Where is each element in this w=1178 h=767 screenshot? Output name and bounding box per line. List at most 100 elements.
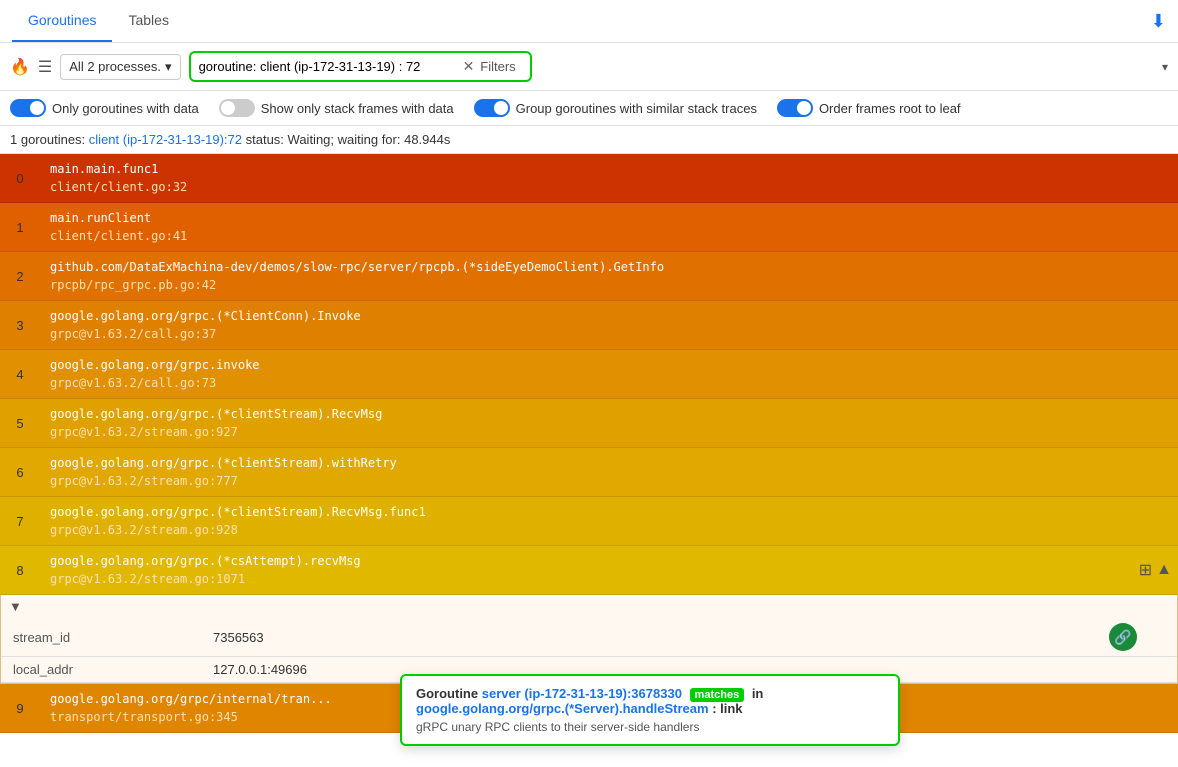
- toggle-stack-frames-switch[interactable]: [219, 99, 255, 117]
- tooltip-title: Goroutine server (ip-172-31-13-19):36783…: [416, 686, 884, 716]
- func-name-0: main.main.func1: [50, 160, 1168, 178]
- goroutine-link-icon[interactable]: 🔗: [1109, 623, 1137, 651]
- toggle-thumb-3: [494, 101, 508, 115]
- func-name-3: google.golang.org/grpc.(*ClientConn).Inv…: [50, 307, 1168, 325]
- tooltip-suffix: : link: [712, 701, 742, 716]
- toggle-stack-frames-label: Show only stack frames with data: [261, 101, 454, 116]
- goroutine-tooltip: Goroutine server (ip-172-31-13-19):36783…: [400, 674, 900, 746]
- tab-tables[interactable]: Tables: [112, 0, 184, 42]
- matches-badge: matches: [690, 688, 745, 702]
- tooltip-google-text: in: [752, 686, 764, 701]
- row-content-4: google.golang.org/grpc.invoke grpc@v1.63…: [40, 350, 1178, 398]
- file-path-6: grpc@v1.63.2/stream.go:777: [50, 472, 1168, 490]
- field-key-stream-id: stream_id: [1, 618, 201, 657]
- tab-goroutines[interactable]: Goroutines: [12, 0, 112, 42]
- func-name-6: google.golang.org/grpc.(*clientStream).w…: [50, 454, 1168, 472]
- toolbar: 🔥 ☰ All 2 processes. ▾ ✕ Filters ▾: [0, 43, 1178, 91]
- toggle-thumb-2: [221, 101, 235, 115]
- file-path-4: grpc@v1.63.2/call.go:73: [50, 374, 1168, 392]
- process-select-label: All 2 processes.: [69, 59, 161, 74]
- goroutine-status: status: Waiting; waiting for: 48.944s: [246, 132, 451, 147]
- file-path-3: grpc@v1.63.2/call.go:37: [50, 325, 1168, 343]
- row-num-6: 6: [0, 448, 40, 496]
- goroutine-count: 1 goroutines:: [10, 132, 85, 147]
- toggle-group-label: Group goroutines with similar stack trac…: [516, 101, 757, 116]
- row-num-5: 5: [0, 399, 40, 447]
- row-num-7: 7: [0, 497, 40, 545]
- file-path-7: grpc@v1.63.2/stream.go:928: [50, 521, 1168, 539]
- toggle-group-switch[interactable]: [474, 99, 510, 117]
- clear-search-button[interactable]: ✕: [463, 58, 475, 75]
- tooltip-desc: gRPC unary RPC clients to their server-s…: [416, 720, 884, 734]
- row-num-8: 8: [0, 546, 40, 594]
- stack-row-expanded-wrapper: 8 google.golang.org/grpc.(*csAttempt).re…: [0, 546, 1178, 684]
- func-name-8: google.golang.org/grpc.(*csAttempt).recv…: [50, 552, 1129, 570]
- row-content-7: google.golang.org/grpc.(*clientStream).R…: [40, 497, 1178, 545]
- stack-row: 1 main.runClient client/client.go:41: [0, 203, 1178, 252]
- toggle-order-label: Order frames root to leaf: [819, 101, 961, 116]
- row-num-9: 9: [0, 684, 40, 732]
- row-num-3: 3: [0, 301, 40, 349]
- toggle-only-goroutines-switch[interactable]: [10, 99, 46, 117]
- download-icon[interactable]: ⬇: [1151, 11, 1166, 31]
- field-value-stream-id: 7356563: [201, 618, 783, 657]
- func-name-1: main.runClient: [50, 209, 1168, 227]
- stack-row: 0 main.main.func1 client/client.go:32: [0, 154, 1178, 203]
- row-content-3: google.golang.org/grpc.(*ClientConn).Inv…: [40, 301, 1178, 349]
- row-8-icons: ⊞ ▲: [1139, 546, 1178, 594]
- toggle-only-goroutines: Only goroutines with data: [10, 99, 199, 117]
- file-path-5: grpc@v1.63.2/stream.go:927: [50, 423, 1168, 441]
- goroutine-link[interactable]: client (ip-172-31-13-19):72: [89, 132, 242, 147]
- row-content-2: github.com/DataExMachina-dev/demos/slow-…: [40, 252, 1178, 300]
- tooltip-server-link[interactable]: server (ip-172-31-13-19):3678330: [482, 686, 682, 701]
- row-num-0: 0: [0, 154, 40, 202]
- stack-row-8: 8 google.golang.org/grpc.(*csAttempt).re…: [0, 546, 1178, 595]
- row-content-6: google.golang.org/grpc.(*clientStream).w…: [40, 448, 1178, 496]
- filters-button[interactable]: Filters: [474, 57, 521, 76]
- stack-table: 0 main.main.func1 client/client.go:32 1 …: [0, 154, 1178, 733]
- expand-arrow-icon: ▼: [9, 599, 22, 614]
- toggle-only-goroutines-label: Only goroutines with data: [52, 101, 199, 116]
- chevron-down-icon[interactable]: ▾: [1162, 60, 1168, 74]
- flame-icon[interactable]: 🔥: [10, 57, 30, 77]
- row-num-1: 1: [0, 203, 40, 251]
- stack-row: 2 github.com/DataExMachina-dev/demos/slo…: [0, 252, 1178, 301]
- row-num-4: 4: [0, 350, 40, 398]
- row-num-2: 2: [0, 252, 40, 300]
- toggle-order-switch[interactable]: [777, 99, 813, 117]
- panel-header: ▼: [1, 595, 1177, 618]
- file-path-0: client/client.go:32: [50, 178, 1168, 196]
- info-row: 1 goroutines: client (ip-172-31-13-19):7…: [0, 126, 1178, 154]
- toggle-stack-frames: Show only stack frames with data: [219, 99, 454, 117]
- field-key-local-addr: local_addr: [1, 657, 201, 683]
- row-content-5: google.golang.org/grpc.(*clientStream).R…: [40, 399, 1178, 447]
- row-content-1: main.runClient client/client.go:41: [40, 203, 1178, 251]
- toggle-group-goroutines: Group goroutines with similar stack trac…: [474, 99, 757, 117]
- row-content-8: google.golang.org/grpc.(*csAttempt).recv…: [40, 546, 1139, 594]
- process-select[interactable]: All 2 processes. ▾: [60, 54, 180, 80]
- toggle-order-frames: Order frames root to leaf: [777, 99, 961, 117]
- file-path-1: client/client.go:41: [50, 227, 1168, 245]
- func-name-2: github.com/DataExMachina-dev/demos/slow-…: [50, 258, 1168, 276]
- table-view-icon[interactable]: ⊞: [1139, 560, 1152, 580]
- stack-row: 5 google.golang.org/grpc.(*clientStream)…: [0, 399, 1178, 448]
- toggle-row: Only goroutines with data Show only stac…: [0, 91, 1178, 126]
- stack-row: 4 google.golang.org/grpc.invoke grpc@v1.…: [0, 350, 1178, 399]
- tooltip-google-link[interactable]: google.golang.org/grpc.(*Server).handleS…: [416, 701, 709, 716]
- process-chevron-icon: ▾: [165, 59, 172, 75]
- stack-row: 7 google.golang.org/grpc.(*clientStream)…: [0, 497, 1178, 546]
- top-nav: Goroutines Tables ⬇: [0, 0, 1178, 43]
- search-input[interactable]: [199, 59, 459, 74]
- func-name-4: google.golang.org/grpc.invoke: [50, 356, 1168, 374]
- expanded-panel: ▼ stream_id 7356563 🔗 local_addr 127.0.0…: [0, 595, 1178, 684]
- func-name-5: google.golang.org/grpc.(*clientStream).R…: [50, 405, 1168, 423]
- func-name-7: google.golang.org/grpc.(*clientStream).R…: [50, 503, 1168, 521]
- collapse-icon[interactable]: ▲: [1156, 561, 1172, 579]
- toggle-thumb-4: [797, 101, 811, 115]
- tooltip-prefix: Goroutine: [416, 686, 478, 701]
- file-path-2: rpcpb/rpc_grpc.pb.go:42: [50, 276, 1168, 294]
- menu-icon[interactable]: ☰: [38, 57, 52, 77]
- field-row-stream-id: stream_id 7356563 🔗: [1, 618, 1177, 657]
- toggle-thumb: [30, 101, 44, 115]
- row-content-0: main.main.func1 client/client.go:32: [40, 154, 1178, 202]
